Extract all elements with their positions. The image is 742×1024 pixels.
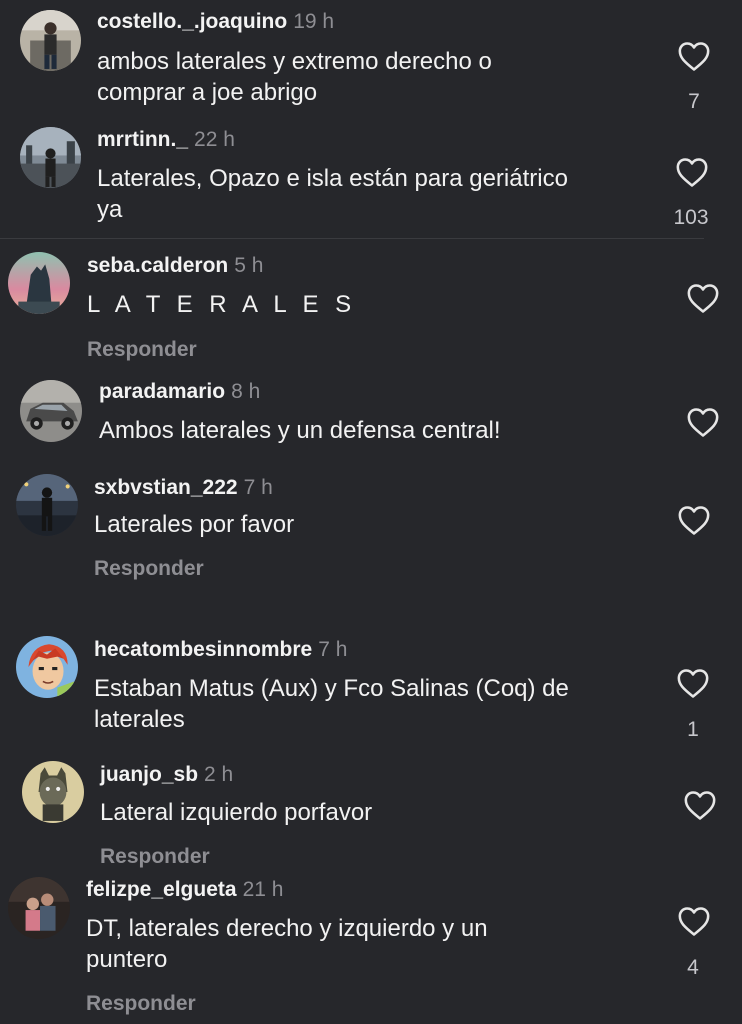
- timestamp: 2 h: [204, 763, 234, 786]
- timestamp: 22 h: [194, 128, 235, 151]
- username[interactable]: sxbvstian_222: [94, 476, 238, 499]
- username[interactable]: mrrtinn._: [97, 128, 188, 151]
- comment-text-line: L A T E R A L E S: [87, 291, 357, 318]
- heart-icon[interactable]: [676, 667, 710, 699]
- comment-header: hecatombesinnombre 7 h: [94, 638, 347, 662]
- anime-character-avatar-icon: [16, 636, 78, 698]
- heart-icon[interactable]: [675, 156, 709, 188]
- comment-text-line: ya: [97, 196, 123, 223]
- like-count: 103: [673, 206, 709, 229]
- timestamp: 21 h: [242, 878, 284, 901]
- comment-text-line: puntero: [86, 946, 168, 973]
- comment-text-line: Laterales, Opazo e isla están para geriá…: [97, 165, 568, 192]
- username[interactable]: juanjo_sb: [100, 763, 198, 786]
- person-standing-photo-icon: [20, 10, 81, 71]
- comment-header: mrrtinn._ 22 h: [97, 128, 235, 152]
- car-photo-icon: [20, 380, 82, 442]
- person-night-street-photo-icon: [16, 474, 78, 536]
- username[interactable]: costello._.joaquino: [97, 10, 287, 33]
- comment-text-line: Estaban Matus (Aux) y Fco Salinas (Coq) …: [94, 675, 569, 702]
- cartoon-character-avatar-icon: [22, 761, 84, 823]
- heart-icon[interactable]: [683, 789, 717, 821]
- avatar[interactable]: [8, 252, 70, 314]
- comment-text: Estaban Matus (Aux) y Fco Salinas (Coq) …: [94, 673, 569, 735]
- couple-photo-icon: [8, 877, 70, 939]
- reply-button[interactable]: Responder: [94, 557, 204, 581]
- username[interactable]: paradamario: [99, 380, 225, 403]
- username[interactable]: seba.calderon: [87, 254, 228, 277]
- heart-icon[interactable]: [677, 40, 711, 72]
- avatar[interactable]: [16, 636, 78, 698]
- comment-header: seba.calderon 5 h: [87, 254, 263, 278]
- comment-header: felizpe_elgueta 21 h: [86, 878, 283, 902]
- comment-text: DT, laterales derecho y izquierdo y un p…: [86, 913, 488, 975]
- comment-text: ambos laterales y extremo derecho o comp…: [97, 46, 492, 108]
- like-count: 4: [687, 956, 699, 979]
- comment-text-line: Ambos laterales y un defensa central!: [99, 417, 501, 444]
- like-count: 1: [687, 718, 699, 741]
- comment-text-line: comprar a joe abrigo: [97, 79, 318, 106]
- avatar[interactable]: [16, 474, 78, 536]
- comment-text: L A T E R A L E S: [87, 289, 356, 320]
- heart-icon[interactable]: [686, 282, 720, 314]
- comment-text-line: laterales: [94, 706, 185, 733]
- comment-header: paradamario 8 h: [99, 380, 260, 404]
- heart-icon[interactable]: [686, 406, 720, 438]
- timestamp: 8 h: [231, 380, 261, 403]
- avatar[interactable]: [20, 380, 82, 442]
- statue-sunset-photo-icon: [8, 252, 70, 314]
- reply-button[interactable]: Responder: [87, 338, 197, 362]
- reply-button[interactable]: Responder: [86, 992, 196, 1016]
- comment-text: Laterales, Opazo e isla están para geriá…: [97, 163, 568, 225]
- heart-icon[interactable]: [677, 905, 711, 937]
- timestamp: 7 h: [243, 476, 273, 499]
- comment-header: sxbvstian_222 7 h: [94, 476, 273, 500]
- comment-text-line: ambos laterales y extremo derecho o: [97, 48, 492, 75]
- divider: [0, 238, 704, 239]
- person-city-night-photo-icon: [20, 127, 81, 188]
- comment-text-line: Lateral izquierdo porfavor: [100, 799, 373, 826]
- comment-text: Ambos laterales y un defensa central!: [99, 415, 501, 446]
- comment-text: Lateral izquierdo porfavor: [100, 797, 372, 828]
- username[interactable]: felizpe_elgueta: [86, 878, 237, 901]
- username[interactable]: hecatombesinnombre: [94, 638, 312, 661]
- like-count: 7: [688, 90, 700, 113]
- heart-icon[interactable]: [677, 504, 711, 536]
- timestamp: 7 h: [318, 638, 348, 661]
- timestamp: 5 h: [234, 254, 264, 277]
- comment-text: Laterales por favor: [94, 509, 294, 540]
- comment-text-line: DT, laterales derecho y izquierdo y un: [86, 915, 488, 942]
- avatar[interactable]: [20, 10, 81, 71]
- avatar[interactable]: [8, 877, 70, 939]
- reply-button[interactable]: Responder: [100, 845, 210, 869]
- comment-header: costello._.joaquino 19 h: [97, 10, 334, 34]
- comment-header: juanjo_sb 2 h: [100, 763, 233, 787]
- comment-text-line: Laterales por favor: [94, 511, 295, 538]
- avatar[interactable]: [22, 761, 84, 823]
- avatar[interactable]: [20, 127, 81, 188]
- timestamp: 19 h: [293, 10, 335, 33]
